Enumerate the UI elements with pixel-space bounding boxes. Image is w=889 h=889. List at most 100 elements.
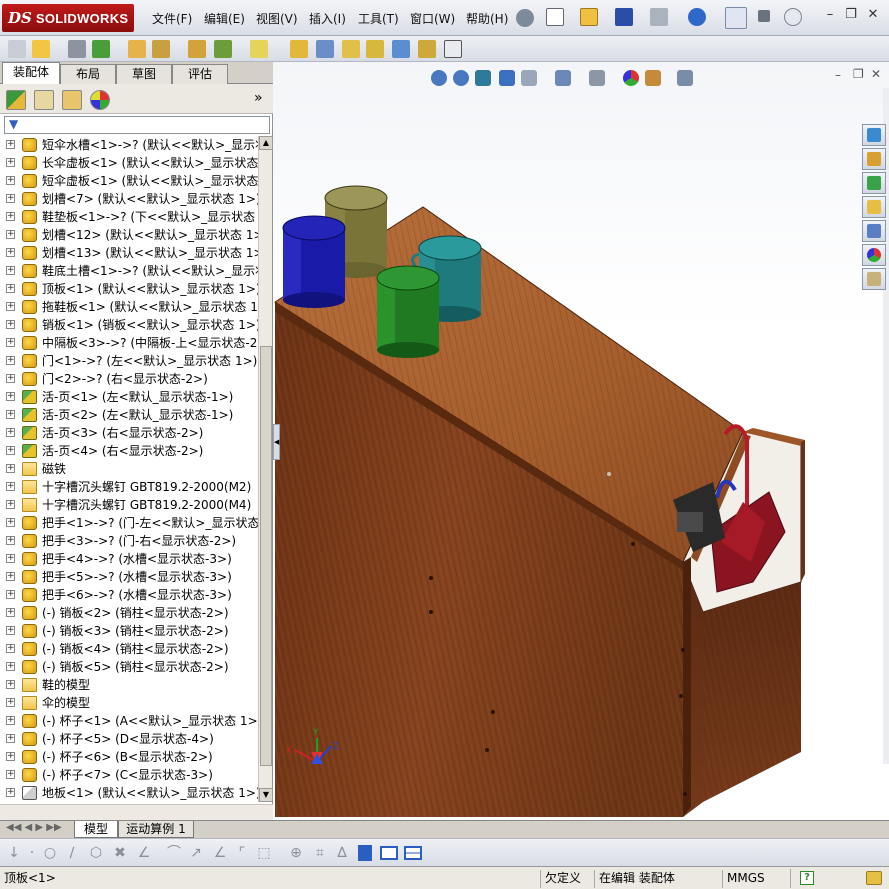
tree-item[interactable]: + 活-页<3> (右<显示状态-2>) xyxy=(0,424,258,442)
task-pane-appearances[interactable] xyxy=(862,244,886,266)
tree-item[interactable]: + 门<1>->? (左<<默认>_显示状态 1>) xyxy=(0,352,258,370)
help-question-icon[interactable] xyxy=(784,8,802,26)
tree-item[interactable]: + 把手<1>->? (门-左<<默认>_显示状态 1 xyxy=(0,514,258,532)
expand-plus-icon[interactable]: + xyxy=(6,356,15,365)
expand-plus-icon[interactable]: + xyxy=(6,392,15,401)
tree-item[interactable]: + 鞋的模型 xyxy=(0,676,258,694)
sketch-menu-icon[interactable]: ↓ xyxy=(6,845,22,861)
pin-icon[interactable] xyxy=(516,9,534,27)
show-hidden-icon[interactable] xyxy=(188,40,206,58)
clearance-verification-icon[interactable] xyxy=(418,40,436,58)
expand-plus-icon[interactable]: + xyxy=(6,320,15,329)
task-pane-view-palette[interactable] xyxy=(862,220,886,242)
cup-green[interactable] xyxy=(376,265,440,358)
feature-manager-icon[interactable] xyxy=(6,90,26,110)
insert-component-icon[interactable] xyxy=(32,40,50,58)
expand-plus-icon[interactable]: + xyxy=(6,212,15,221)
tree-item[interactable]: + 把手<5>->? (水槽<显示状态-3>) xyxy=(0,568,258,586)
smart-fasteners-icon[interactable] xyxy=(128,40,146,58)
expand-plus-icon[interactable]: + xyxy=(6,716,15,725)
tab-assembly[interactable]: 装配体 xyxy=(2,62,60,85)
close-button[interactable]: ✕ xyxy=(863,6,883,24)
tree-filter[interactable]: ▼ xyxy=(4,116,270,134)
expand-plus-icon[interactable]: + xyxy=(6,428,15,437)
minimize-button[interactable]: – xyxy=(820,6,840,24)
tree-item[interactable]: + (-) 杯子<5> (D<显示状态-4>) xyxy=(0,730,258,748)
expand-plus-icon[interactable]: + xyxy=(6,176,15,185)
undo-icon[interactable] xyxy=(688,8,706,26)
tab-nav-arrows[interactable]: ◀◀ ◀ ▶ ▶▶ xyxy=(6,822,62,833)
tree-item[interactable]: + 活-页<1> (左<默认_显示状态-1>) xyxy=(0,388,258,406)
tree-item[interactable]: + (-) 销板<4> (销柱<显示状态-2>) xyxy=(0,640,258,658)
solidworks-logo[interactable]: DS SOLIDWORKS xyxy=(2,4,134,32)
task-pane-design-library[interactable] xyxy=(862,172,886,194)
line-icon[interactable]: ∕ xyxy=(64,845,80,861)
tree-item[interactable]: + (-) 杯子<7> (C<显示状态-3>) xyxy=(0,766,258,784)
tree-scrollbar[interactable]: ▲ ▼ xyxy=(258,136,273,802)
component-icon[interactable] xyxy=(8,40,26,58)
tree-item[interactable]: + 活-页<4> (右<显示状态-2>) xyxy=(0,442,258,460)
linear-pattern-icon[interactable] xyxy=(92,40,110,58)
split-window-icon[interactable] xyxy=(404,846,422,860)
circle-icon[interactable]: ○ xyxy=(42,845,58,861)
tree-item[interactable]: + 长伞虚板<1> (默认<<默认>_显示状态 1 xyxy=(0,154,258,172)
instant3d-icon[interactable] xyxy=(444,40,462,58)
expand-plus-icon[interactable]: + xyxy=(6,680,15,689)
menu-help[interactable]: 帮助(H) xyxy=(466,10,508,27)
expand-plus-icon[interactable]: + xyxy=(6,140,15,149)
tree-item[interactable]: + 短伞水槽<1>->? (默认<<默认>_显示状态 xyxy=(0,136,258,154)
open-folder-icon[interactable] xyxy=(580,8,598,26)
display-manager-icon[interactable] xyxy=(90,90,110,110)
expand-plus-icon[interactable]: + xyxy=(6,284,15,293)
mate-icon[interactable] xyxy=(68,40,86,58)
offset-icon[interactable]: ⌒ xyxy=(166,845,182,861)
tree-item[interactable]: + 磁铁 xyxy=(0,460,258,478)
dimension-icon[interactable]: ⊕ xyxy=(288,845,304,861)
rectangle-icon[interactable]: ⬚ xyxy=(256,845,272,861)
menu-file[interactable]: 文件(F) xyxy=(152,10,192,27)
expand-plus-icon[interactable]: + xyxy=(6,608,15,617)
angle-icon[interactable]: ∠ xyxy=(136,845,152,861)
tree-item[interactable]: + 拖鞋板<1> (默认<<默认>_显示状态 1>) xyxy=(0,298,258,316)
tree-item[interactable]: + 销板<1> (销板<<默认>_显示状态 1>) xyxy=(0,316,258,334)
tree-item[interactable]: + (-) 杯子<1> (A<<默认>_显示状态 1>) xyxy=(0,712,258,730)
reference-geometry-icon[interactable] xyxy=(250,40,268,58)
trim-icon[interactable]: ✖ xyxy=(112,845,128,861)
tree-item[interactable]: + 鞋底土槽<1>->? (默认<<默认>_显示状 xyxy=(0,262,258,280)
tree-item[interactable]: + (-) 销板<3> (销柱<显示状态-2>) xyxy=(0,622,258,640)
tree-item[interactable]: + 划槽<7> (默认<<默认>_显示状态 1>) xyxy=(0,190,258,208)
save-icon[interactable] xyxy=(615,8,633,26)
tab-layout[interactable]: 布局 xyxy=(60,64,116,84)
grid-icon[interactable]: ⌗ xyxy=(312,845,328,861)
tree-item[interactable]: + 顶板<1> (默认<<默认>_显示状态 1>) xyxy=(0,280,258,298)
tree-item[interactable]: + 鞋垫板<1>->? (下<<默认>_显示状态 1> xyxy=(0,208,258,226)
property-manager-icon[interactable] xyxy=(34,90,54,110)
tree-item[interactable]: + (-) 销板<2> (销柱<显示状态-2>) xyxy=(0,604,258,622)
options-icon[interactable] xyxy=(758,10,770,22)
polygon-icon[interactable]: ⬡ xyxy=(88,845,104,861)
tab-evaluate[interactable]: 评估 xyxy=(172,64,228,84)
expand-plus-icon[interactable]: + xyxy=(6,662,15,671)
menu-insert[interactable]: 插入(I) xyxy=(309,10,346,27)
expand-plus-icon[interactable]: + xyxy=(6,500,15,509)
tab-sketch[interactable]: 草图 xyxy=(116,64,172,84)
task-pane-resources[interactable] xyxy=(862,124,886,146)
tree-item[interactable]: + (-) 销板<5> (销柱<显示状态-2>) xyxy=(0,658,258,676)
task-pane-home[interactable] xyxy=(862,148,886,170)
tree-item[interactable]: + 活-页<2> (左<默认_显示状态-1>) xyxy=(0,406,258,424)
select-pointer-icon[interactable] xyxy=(725,7,747,29)
expand-plus-icon[interactable]: + xyxy=(6,788,15,797)
expand-plus-icon[interactable]: + xyxy=(6,410,15,419)
move-component-icon[interactable] xyxy=(152,40,170,58)
expand-plus-icon[interactable]: + xyxy=(6,482,15,491)
cup-blue[interactable] xyxy=(282,215,346,308)
expand-plus-icon[interactable]: + xyxy=(6,572,15,581)
tab-motion-study[interactable]: 运动算例 1 xyxy=(118,821,194,838)
sketch-book-icon[interactable] xyxy=(358,845,372,861)
expand-plus-icon[interactable]: + xyxy=(6,518,15,527)
expand-chevron-icon[interactable]: » xyxy=(254,90,263,106)
collapse-panel-handle[interactable]: ◀ xyxy=(273,424,280,460)
tree-item[interactable]: + 伞的模型 xyxy=(0,694,258,712)
menu-tools[interactable]: 工具(T) xyxy=(358,10,399,27)
scroll-up-arrow[interactable]: ▲ xyxy=(259,136,273,150)
